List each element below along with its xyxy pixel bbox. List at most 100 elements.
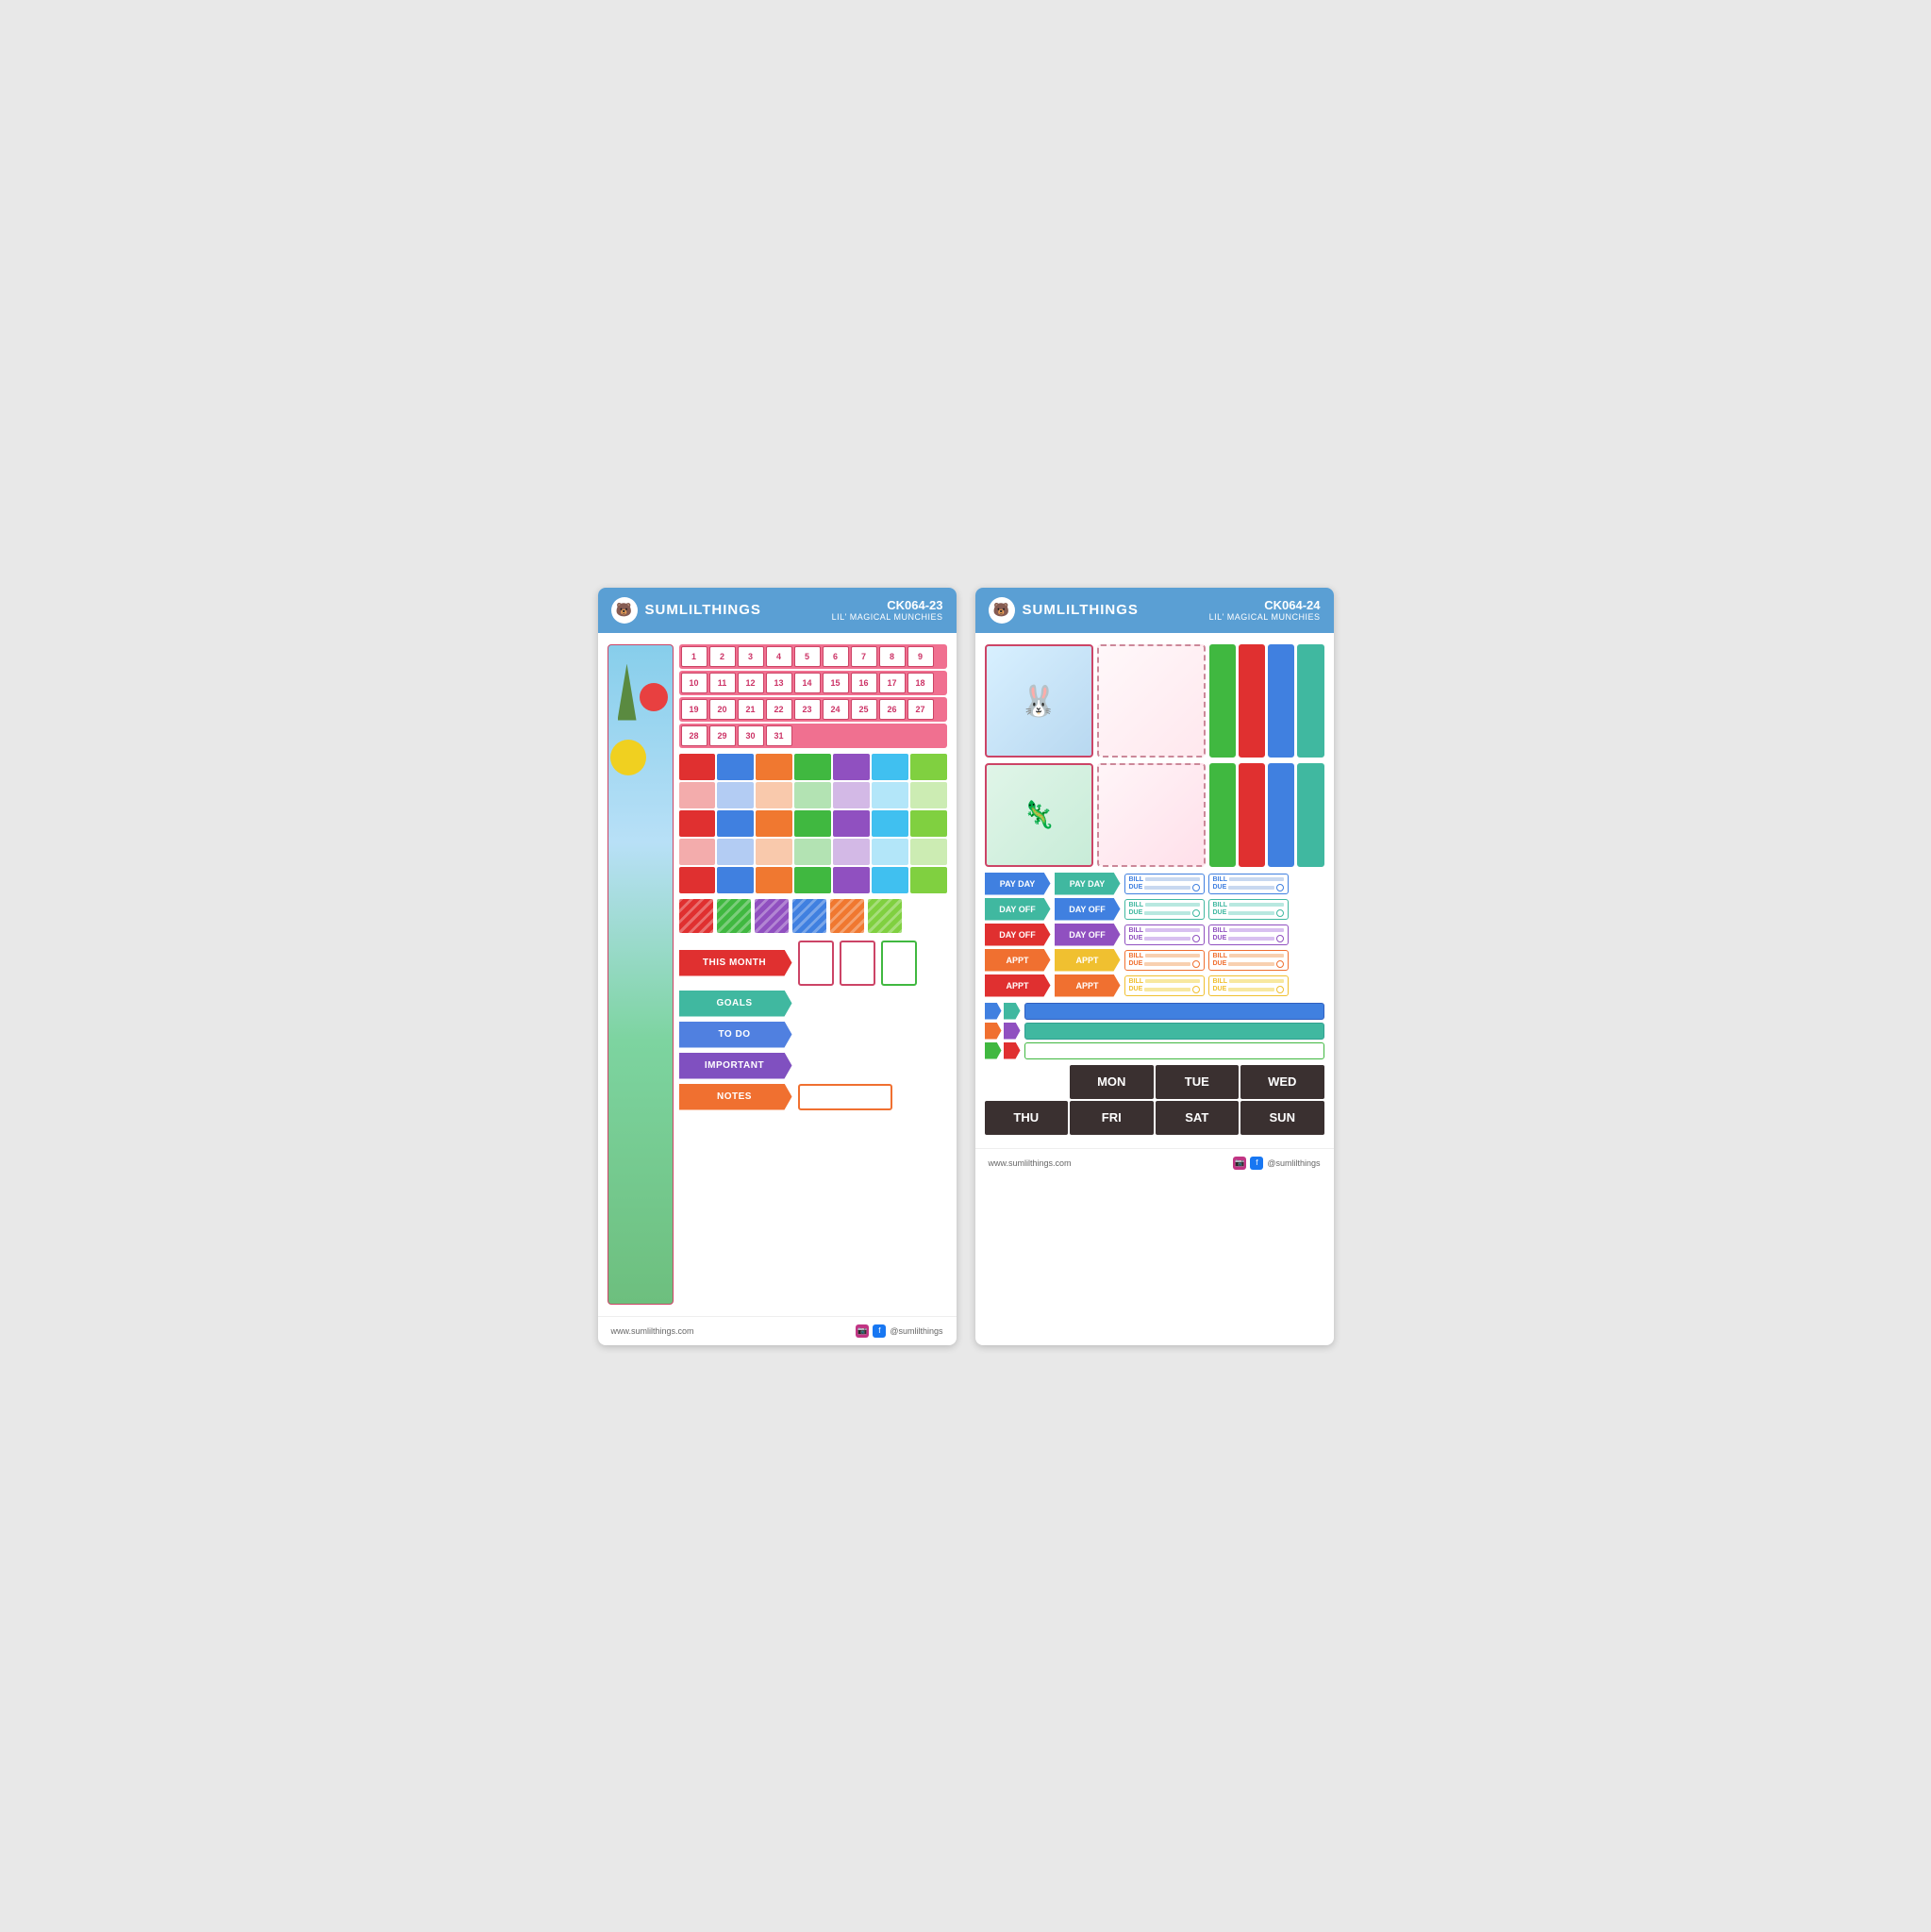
sq-lime [868, 899, 902, 933]
logo-icon-2: 🐻 [989, 597, 1015, 624]
bar-orange-5 [756, 867, 792, 893]
bar-blue-5 [717, 867, 754, 893]
label-important: IMPORTANT [679, 1053, 792, 1079]
mini-flag-red-1 [1004, 1042, 1021, 1059]
bill-box-blue-2: BILL DUE [1208, 874, 1289, 894]
bar-red-4 [679, 839, 716, 865]
bar-green-2 [794, 782, 831, 808]
right-vertical-bars [1209, 644, 1324, 758]
num-8: 8 [879, 646, 906, 667]
flag-appt-red-1: APPT [985, 974, 1051, 997]
num-30: 30 [738, 725, 764, 746]
logo-icon-1: 🐻 [611, 597, 638, 624]
bar-red-2 [679, 782, 716, 808]
num-10: 10 [681, 673, 707, 693]
brand-name-2: SUMLILTHINGS [1023, 602, 1139, 618]
color-bars-row-1 [679, 754, 947, 780]
num-23: 23 [794, 699, 821, 720]
day-tue: TUE [1156, 1065, 1240, 1099]
num-29: 29 [709, 725, 736, 746]
instagram-icon-1: 📷 [856, 1324, 869, 1338]
num-19: 19 [681, 699, 707, 720]
bar-lime-1 [910, 754, 947, 780]
label-todo: TO DO [679, 1022, 792, 1048]
color-bars-row-4-faded [679, 839, 947, 865]
day-mon: MON [1070, 1065, 1154, 1099]
mini-flag-purple-1 [1004, 1023, 1021, 1040]
dashed-note-box-2 [1097, 763, 1206, 867]
num-empty-2 [823, 725, 849, 746]
day-sun: SUN [1240, 1101, 1324, 1135]
bar-orange-1 [756, 754, 792, 780]
sheet-1: 🐻 SUMLILTHINGS CK064-23 LIL' MAGICAL MUN… [598, 588, 957, 1345]
character-sticker-2: 🦎 [985, 763, 1093, 867]
flag-appt-yellow-1: APPT [1055, 949, 1121, 972]
num-27: 27 [907, 699, 934, 720]
number-row-1: 1 2 3 4 5 6 7 8 9 [679, 644, 947, 669]
mini-flags-green [985, 1042, 1021, 1059]
num-18: 18 [907, 673, 934, 693]
day-row-1: MON TUE WED [985, 1065, 1324, 1099]
v-bar-red [1239, 644, 1265, 758]
footer-website-2: www.sumlilthings.com [989, 1158, 1072, 1168]
rect-outline-3 [881, 941, 917, 986]
mini-flag-orange-1 [985, 1023, 1002, 1040]
day-headers-section: MON TUE WED THU FRI [985, 1065, 1324, 1135]
label-row-todo: TO DO [679, 1022, 947, 1048]
flag-row-dayoff-1: DAY OFF DAY OFF BILL DUE [985, 898, 1324, 921]
sq-red [679, 899, 713, 933]
due-circle-1 [1192, 884, 1200, 891]
flag-payday-1: PAY DAY [985, 873, 1051, 895]
num-22: 22 [766, 699, 792, 720]
sq-orange [830, 899, 864, 933]
v-bar-green [1209, 644, 1236, 758]
bill-box-blue-1: BILL DUE [1124, 874, 1205, 894]
num-1: 1 [681, 646, 707, 667]
day-sat: SAT [1156, 1101, 1240, 1135]
small-squares-row [679, 899, 947, 933]
sheet-1-footer: www.sumlilthings.com 📷 f @sumlilthings [598, 1316, 957, 1345]
mini-flags-orange [985, 1023, 1021, 1040]
flag-dayoff-red-1: DAY OFF [985, 924, 1051, 946]
footer-social-1: 📷 f @sumlilthings [856, 1324, 942, 1338]
flag-dayoff-blue-1: DAY OFF [1055, 898, 1121, 921]
num-26: 26 [879, 699, 906, 720]
sq-green [717, 899, 751, 933]
tracker-row-orange [985, 1023, 1324, 1040]
color-bars-row-5 [679, 867, 947, 893]
flag-row-dayoff-2: DAY OFF DAY OFF BILL DUE [985, 924, 1324, 946]
rect-outline-1 [798, 941, 834, 986]
number-row-3: 19 20 21 22 23 24 25 26 27 [679, 697, 947, 722]
bar-purple-1 [833, 754, 870, 780]
bar-green-1 [794, 754, 831, 780]
sheet-code-1: CK064-23 [832, 598, 943, 612]
bar-lime-3 [910, 810, 947, 837]
mini-flag-teal-1 [1004, 1003, 1021, 1020]
num-21: 21 [738, 699, 764, 720]
rect-wide-notes [798, 1084, 892, 1110]
flag-row-payday: PAY DAY PAY DAY BILL DUE [985, 873, 1324, 895]
num-6: 6 [823, 646, 849, 667]
flag-payday-2: PAY DAY [1055, 873, 1121, 895]
label-row-this-month: THIS MONTH [679, 941, 947, 986]
bill-box-yellow-1: BILL DUE [1124, 975, 1205, 996]
bar-orange-2 [756, 782, 792, 808]
flag-row-appt-2: APPT APPT BILL DUE [985, 974, 1324, 997]
num-2: 2 [709, 646, 736, 667]
mini-flag-blue-1 [985, 1003, 1002, 1020]
balloon-yellow [610, 740, 646, 775]
bill-bar-1 [1145, 877, 1199, 881]
label-row-goals: GOALS [679, 991, 947, 1017]
bar-lightblue-3 [872, 810, 908, 837]
color-bars-row-2-faded [679, 782, 947, 808]
footer-website-1: www.sumlilthings.com [611, 1326, 694, 1336]
bar-orange-3 [756, 810, 792, 837]
balloon-red [640, 683, 668, 711]
bill-box-orange-1: BILL DUE [1124, 950, 1205, 971]
num-13: 13 [766, 673, 792, 693]
bar-purple-4 [833, 839, 870, 865]
flag-dayoff-purple-1: DAY OFF [1055, 924, 1121, 946]
flag-dayoff-teal-1: DAY OFF [985, 898, 1051, 921]
bar-green-4 [794, 839, 831, 865]
flag-appt-orange-1: APPT [985, 949, 1051, 972]
